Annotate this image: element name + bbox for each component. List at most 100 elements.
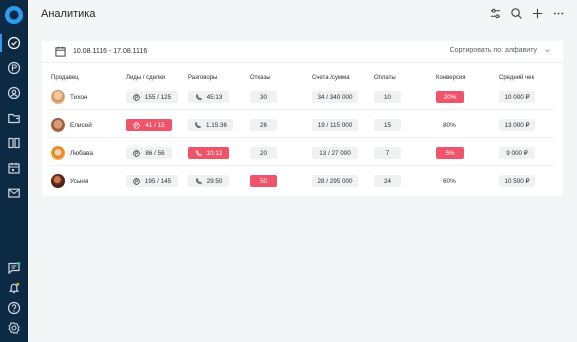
payments-value: 15 bbox=[383, 121, 391, 129]
refusals-chip: 20 bbox=[250, 147, 277, 159]
avg-check-chip: 9 000 ₽ bbox=[499, 147, 535, 159]
settings-icon[interactable] bbox=[7, 321, 21, 335]
avg-check-value: 10 000 ₽ bbox=[504, 93, 530, 101]
leads-value: 41 / 15 bbox=[145, 121, 165, 129]
calls-value: 1.15:36 bbox=[205, 121, 227, 129]
phone-icon bbox=[195, 150, 202, 156]
col-conversion[interactable]: Конверсия bbox=[436, 75, 466, 81]
row-divider bbox=[50, 165, 555, 166]
phone-icon bbox=[194, 122, 201, 128]
conversion-value: 5% bbox=[445, 149, 455, 157]
invoices-chip: 19 / 115 000 bbox=[312, 119, 358, 131]
avg-check-value: 10 500 ₽ bbox=[504, 177, 530, 185]
payments-chip: 15 bbox=[374, 119, 401, 131]
refusals-value: 20 bbox=[259, 149, 267, 157]
avg-check-chip: 10 000 ₽ bbox=[499, 91, 535, 103]
more-icon[interactable] bbox=[552, 7, 565, 20]
calls-value: 10:12 bbox=[206, 149, 223, 157]
calls-chip: 1.15:36 bbox=[188, 119, 233, 131]
table-row[interactable]: Тихон 155 / 125 45:13 30 34 / 340 000 10… bbox=[42, 86, 563, 110]
kanban-icon[interactable] bbox=[7, 136, 21, 150]
conversion-chip: 20% bbox=[436, 91, 464, 103]
col-calls[interactable]: Разговоры bbox=[188, 75, 217, 81]
payments-chip: 7 bbox=[374, 147, 401, 159]
sort-select[interactable]: Сортировать по: алфавиту bbox=[450, 47, 551, 54]
payments-value: 10 bbox=[383, 93, 391, 101]
calls-chip: 29:50 bbox=[188, 175, 229, 187]
conversion-value: 60% bbox=[443, 178, 456, 185]
calls-value: 45:13 bbox=[206, 93, 223, 101]
help-icon[interactable] bbox=[7, 301, 21, 315]
date-range[interactable]: 10.08.1116 - 17.08.1116 bbox=[73, 48, 147, 55]
currency-icon bbox=[133, 149, 141, 157]
invoices-value: 13 / 27 000 bbox=[319, 149, 351, 157]
avg-check-chip: 10 500 ₽ bbox=[499, 175, 535, 187]
calendar-icon[interactable] bbox=[7, 161, 21, 175]
col-payments[interactable]: Оплаты bbox=[374, 75, 396, 81]
invoices-chip: 34 / 340 000 bbox=[312, 91, 358, 103]
refusals-value: 30 bbox=[259, 93, 267, 101]
table-row[interactable]: Усыня 195 / 145 29:50 50 28 / 295 000 24… bbox=[42, 170, 563, 193]
avatar bbox=[51, 90, 65, 104]
invoices-chip: 13 / 27 000 bbox=[312, 147, 358, 159]
leads-value: 195 / 145 bbox=[144, 177, 172, 185]
leads-value: 86 / 56 bbox=[145, 149, 165, 157]
app-logo[interactable] bbox=[5, 6, 23, 24]
bell-icon[interactable] bbox=[7, 281, 21, 295]
table-row[interactable]: Любава 86 / 56 10:12 20 13 / 27 000 7 5%… bbox=[42, 142, 563, 166]
refusals-chip: 26 bbox=[250, 119, 277, 131]
currency-icon[interactable] bbox=[7, 61, 21, 75]
payments-chip: 24 bbox=[374, 175, 401, 187]
currency-icon bbox=[133, 93, 140, 101]
col-refusals[interactable]: Отказы bbox=[250, 75, 271, 81]
user-circle-icon[interactable] bbox=[7, 86, 21, 100]
invoices-value: 19 / 115 000 bbox=[317, 121, 353, 129]
search-icon[interactable] bbox=[510, 7, 523, 20]
refusals-chip: 50 bbox=[250, 175, 277, 187]
seller-name: Елисей bbox=[70, 122, 92, 129]
seller-name: Тихон bbox=[70, 94, 88, 101]
currency-icon bbox=[133, 177, 140, 185]
payments-value: 24 bbox=[383, 177, 391, 185]
folder-icon[interactable] bbox=[7, 111, 21, 125]
top-bar: Аналитика bbox=[28, 0, 577, 30]
leads-chip: 155 / 125 bbox=[126, 91, 178, 103]
leads-value: 155 / 125 bbox=[144, 93, 172, 101]
avatar bbox=[51, 118, 65, 132]
col-invoices[interactable]: Счета /сумма bbox=[312, 75, 349, 81]
col-leads[interactable]: Лиды / сделки bbox=[126, 75, 165, 81]
mail-icon[interactable] bbox=[7, 186, 21, 200]
chat-icon[interactable] bbox=[7, 261, 21, 275]
phone-icon bbox=[195, 94, 202, 100]
avg-check-value: 9 000 ₽ bbox=[506, 149, 528, 157]
calendar-icon[interactable] bbox=[55, 46, 66, 57]
avatar bbox=[51, 146, 65, 160]
conversion-chip: 5% bbox=[436, 147, 464, 159]
plus-icon[interactable] bbox=[531, 7, 544, 20]
table-row[interactable]: Елисей 41 / 15 1.15:36 26 19 / 115 000 1… bbox=[42, 114, 563, 138]
refusals-value: 50 bbox=[259, 177, 267, 185]
phone-icon bbox=[195, 178, 202, 184]
calls-chip: 45:13 bbox=[188, 91, 229, 103]
col-avg-check[interactable]: Средний чек bbox=[499, 75, 534, 81]
avatar bbox=[51, 174, 65, 188]
conversion-value: 20% bbox=[443, 93, 457, 101]
avg-check-chip: 13 000 ₽ bbox=[499, 119, 535, 131]
sort-label: Сортировать по: алфавиту bbox=[449, 47, 537, 54]
seller-name: Любава bbox=[70, 150, 93, 157]
leads-chip: 195 / 145 bbox=[126, 175, 178, 187]
seller-name: Усыня bbox=[70, 178, 89, 185]
leads-chip: 86 / 56 bbox=[126, 147, 172, 159]
filter-icon[interactable] bbox=[489, 7, 502, 20]
payments-value: 7 bbox=[385, 149, 390, 157]
refusals-value: 26 bbox=[259, 121, 267, 129]
payments-chip: 10 bbox=[374, 91, 401, 103]
col-seller[interactable]: Продавец bbox=[51, 75, 79, 81]
check-circle-icon[interactable] bbox=[0, 34, 21, 52]
refusals-chip: 30 bbox=[250, 91, 277, 103]
conversion-value: 80% bbox=[443, 122, 456, 129]
top-actions bbox=[489, 7, 565, 20]
card-header: 10.08.1116 - 17.08.1116 Сортировать по: … bbox=[42, 41, 563, 63]
invoices-chip: 28 / 295 000 bbox=[312, 175, 358, 187]
calls-value: 29:50 bbox=[206, 177, 223, 185]
